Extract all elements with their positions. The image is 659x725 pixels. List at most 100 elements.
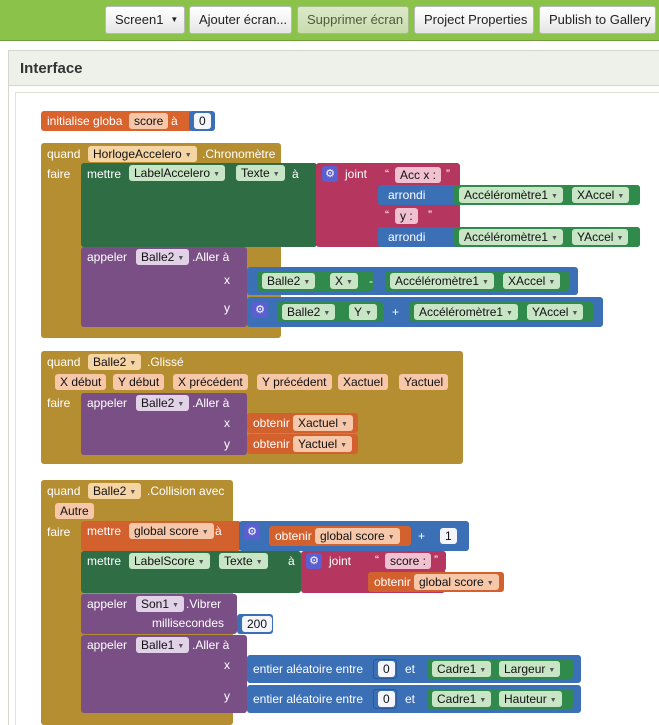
param-y-current[interactable]: Yactuel xyxy=(399,374,449,390)
acc-y-prop-field[interactable]: YAccel ▼ xyxy=(527,304,584,320)
call-component-field[interactable]: Balle2 ▼ xyxy=(136,249,190,265)
param-x-prev[interactable]: X précédent xyxy=(173,374,248,390)
plus-score-block[interactable]: ⚙ obtenir global score ▼ + 1 xyxy=(239,521,469,551)
acc-y-component-field[interactable]: Accéléromètre1 ▼ xyxy=(414,304,518,320)
ball-y-prop-field[interactable]: Y ▼ xyxy=(349,304,377,320)
acc-prop-field-2[interactable]: YAccel ▼ xyxy=(572,229,629,245)
set-to-label: à xyxy=(292,167,299,181)
frame-w-prop-field[interactable]: Largeur ▼ xyxy=(499,661,561,677)
param-x-start[interactable]: X début xyxy=(55,374,107,390)
project-properties-button[interactable]: Project Properties xyxy=(414,6,534,34)
get-score-block-2[interactable]: obtenir global score ▼ xyxy=(368,572,504,592)
acc-x-prop-field[interactable]: XAccel ▼ xyxy=(503,273,561,289)
set2-component-field[interactable]: LabelScore ▼ xyxy=(129,553,210,569)
dropdown-arrow-icon: ▼ xyxy=(486,580,494,587)
get-score-field-2[interactable]: global score ▼ xyxy=(414,574,499,590)
dropdown-arrow-icon: ▼ xyxy=(365,310,372,317)
set-prop-field[interactable]: Texte ▼ xyxy=(236,165,285,181)
ball-y-getter[interactable]: Balle2 ▼ Y ▼ xyxy=(277,302,383,322)
init-var-name[interactable]: score xyxy=(129,113,169,129)
gear-icon[interactable]: ⚙ xyxy=(322,166,338,182)
number-200-block[interactable]: 200 xyxy=(237,614,273,634)
collide-component-field[interactable]: Balle2 ▼ xyxy=(88,483,142,499)
acc-component-text-2: Accéléromètre1 xyxy=(464,230,549,244)
frame-w-component-field[interactable]: Cadre1 ▼ xyxy=(432,661,492,677)
number-200-value[interactable]: 200 xyxy=(242,616,273,632)
param-y-prev[interactable]: Y précédent xyxy=(257,374,332,390)
publish-gallery-button[interactable]: Publish to Gallery xyxy=(539,6,656,34)
dropdown-arrow-icon: ▼ xyxy=(129,360,137,367)
get-y-field[interactable]: Yactuel ▼ xyxy=(293,436,353,452)
random-block-1[interactable]: entier aléatoire entre 0 et Cadre1 ▼ Larg… xyxy=(247,655,581,683)
text-score-value[interactable]: score : xyxy=(385,553,432,569)
set-label: mettre xyxy=(87,167,122,181)
param-y-start[interactable]: Y début xyxy=(113,374,165,390)
acc-xaccel-getter-1[interactable]: Accéléromètre1 ▼ XAccel ▼ xyxy=(454,185,640,205)
set-label-block[interactable]: mettre LabelAccelero ▼ Texte ▼ à xyxy=(81,163,317,247)
set-component-field[interactable]: LabelAccelero ▼ xyxy=(129,165,225,181)
gear-icon[interactable]: ⚙ xyxy=(252,302,268,318)
frame-h-prop-field[interactable]: Hauteur ▼ xyxy=(499,691,562,707)
acc-prop-field-1[interactable]: XAccel ▼ xyxy=(572,187,630,203)
screen-select[interactable]: Screen1 ▼ xyxy=(105,6,185,34)
ball1-component-field[interactable]: Balle1 ▼ xyxy=(136,637,190,653)
acc-prop-text-2: YAccel xyxy=(577,230,614,244)
flung-component-field[interactable]: Balle2 ▼ xyxy=(88,354,142,370)
get-score-block[interactable]: obtenir global score ▼ xyxy=(269,526,411,546)
flung-call-block[interactable]: appeler Balle2 ▼ .Aller à x y xyxy=(81,393,247,455)
flung-call-component-field[interactable]: Balle2 ▼ xyxy=(136,395,190,411)
number-one-block[interactable]: 1 xyxy=(435,526,461,546)
plus-block[interactable]: ⚙ Balle2 ▼ Y ▼ + Accéléromètre1 ▼ YAccel ▼ xyxy=(247,297,603,327)
get-score-field[interactable]: global score ▼ xyxy=(315,528,400,544)
get-x-field[interactable]: Xactuel ▼ xyxy=(293,415,353,431)
acc-x-getter-2[interactable]: Accéléromètre1 ▼ XAccel ▼ xyxy=(385,271,569,291)
text-score-block[interactable]: “ score : ” xyxy=(368,551,446,571)
number-value[interactable]: 0 xyxy=(194,113,211,129)
remove-screen-button[interactable]: Supprimer écran xyxy=(297,6,409,34)
set-global-block[interactable]: mettre global score ▼ à xyxy=(81,521,241,551)
param-other[interactable]: Autre xyxy=(55,503,94,519)
ball-x-prop-field[interactable]: X ▼ xyxy=(330,273,358,289)
param-x-current[interactable]: Xactuel xyxy=(338,374,389,390)
ball-y-component-field[interactable]: Balle2 ▼ xyxy=(282,304,336,320)
vibrate-call-block[interactable]: appeler Son1 ▼ .Vibrer millisecondes xyxy=(81,594,237,634)
number-one-value[interactable]: 1 xyxy=(440,528,457,544)
gear-icon[interactable]: ⚙ xyxy=(244,524,260,540)
acc-component-field-2[interactable]: Accéléromètre1 ▼ xyxy=(459,229,563,245)
set-var-field[interactable]: global score ▼ xyxy=(129,523,214,539)
text-acc-x-value[interactable]: Acc x : xyxy=(395,167,442,183)
frame-h-component-field[interactable]: Cadre1 ▼ xyxy=(432,691,492,707)
quote-close-icon: ” xyxy=(428,208,432,222)
vibrate-component-field[interactable]: Son1 ▼ xyxy=(136,596,184,612)
clock-component-field[interactable]: HorlogeAccelero ▼ xyxy=(88,146,197,162)
text-y-block[interactable]: “ y : ” xyxy=(378,206,442,226)
init-global-block[interactable]: initialise globa score à xyxy=(41,111,193,131)
get-xactuel-block[interactable]: obtenir Xactuel ▼ xyxy=(247,413,358,433)
acc-y-getter-2[interactable]: Accéléromètre1 ▼ YAccel ▼ xyxy=(409,302,593,322)
ball-x-component-field[interactable]: Balle2 ▼ xyxy=(262,273,316,289)
rand1-from-value[interactable]: 0 xyxy=(378,661,395,677)
plus-operator: + xyxy=(418,529,426,543)
rand2-from-block[interactable]: 0 xyxy=(373,689,397,709)
quote-close-icon: ” xyxy=(446,167,450,181)
ball1-call-block[interactable]: appeler Balle1 ▼ .Aller à x y xyxy=(81,635,247,713)
set-labelscore-block[interactable]: mettre LabelScore ▼ Texte ▼ à xyxy=(81,551,301,593)
gear-icon[interactable]: ⚙ xyxy=(306,553,322,569)
get-yactuel-block[interactable]: obtenir Yactuel ▼ xyxy=(247,434,358,454)
add-screen-button[interactable]: Ajouter écran... xyxy=(189,6,292,34)
number-block[interactable]: 0 xyxy=(189,111,215,131)
call-moveto-block[interactable]: appeler Balle2 ▼ .Aller à x y xyxy=(81,247,247,327)
acc-yaccel-getter-1[interactable]: Accéléromètre1 ▼ YAccel ▼ xyxy=(454,227,640,247)
ball-x-getter[interactable]: Balle2 ▼ X ▼ xyxy=(257,271,373,291)
frame-width-getter[interactable]: Cadre1 ▼ Largeur ▼ xyxy=(427,659,573,679)
rand1-from-block[interactable]: 0 xyxy=(373,659,397,679)
acc-component-field-1[interactable]: Accéléromètre1 ▼ xyxy=(459,187,563,203)
set2-prop-field[interactable]: Texte ▼ xyxy=(219,553,268,569)
minus-block[interactable]: Balle2 ▼ X ▼ - Accéléromètre1 ▼ XAccel ▼ xyxy=(247,267,578,295)
text-y-value[interactable]: y : xyxy=(395,208,418,224)
text-acc-x-block[interactable]: “ Acc x : ” xyxy=(378,165,460,185)
frame-height-getter[interactable]: Cadre1 ▼ Hauteur ▼ xyxy=(427,689,573,709)
rand2-from-value[interactable]: 0 xyxy=(378,691,395,707)
acc-x-component-field[interactable]: Accéléromètre1 ▼ xyxy=(390,273,494,289)
random-block-2[interactable]: entier aléatoire entre 0 et Cadre1 ▼ Haut… xyxy=(247,685,581,713)
